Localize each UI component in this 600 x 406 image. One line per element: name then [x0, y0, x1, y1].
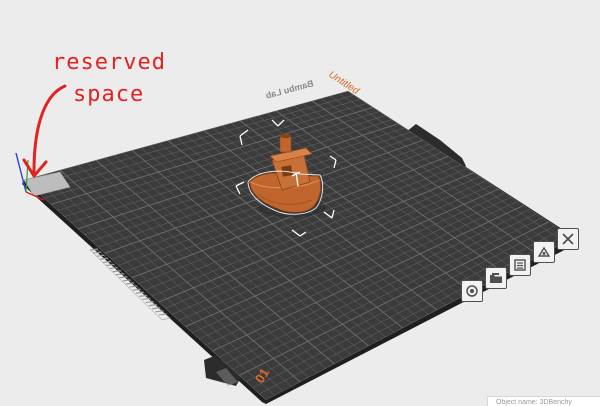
plate-delete-button[interactable] — [557, 228, 579, 250]
annotation-arrow — [22, 84, 67, 178]
close-icon — [562, 233, 574, 245]
plate-lock-button[interactable] — [485, 267, 507, 289]
hatch-line — [155, 310, 164, 313]
status-text: Object name: 3DBenchy — [496, 399, 572, 406]
orient-icon — [537, 246, 551, 257]
annotation-text-reserved: reserved — [52, 50, 166, 75]
plate-orient-button[interactable] — [533, 241, 555, 263]
hatch-line — [148, 304, 157, 307]
hatch-line — [152, 307, 161, 310]
gear-icon — [466, 285, 478, 297]
hatch-line — [158, 313, 167, 316]
status-panel: Object name: 3DBenchy — [487, 396, 600, 406]
plate-arrange-button[interactable] — [509, 254, 531, 276]
plate-settings-button[interactable] — [461, 280, 483, 302]
folder-icon — [490, 273, 502, 283]
arrange-icon — [514, 259, 526, 271]
plate-brand-mark: Bambu Lab — [264, 78, 314, 100]
